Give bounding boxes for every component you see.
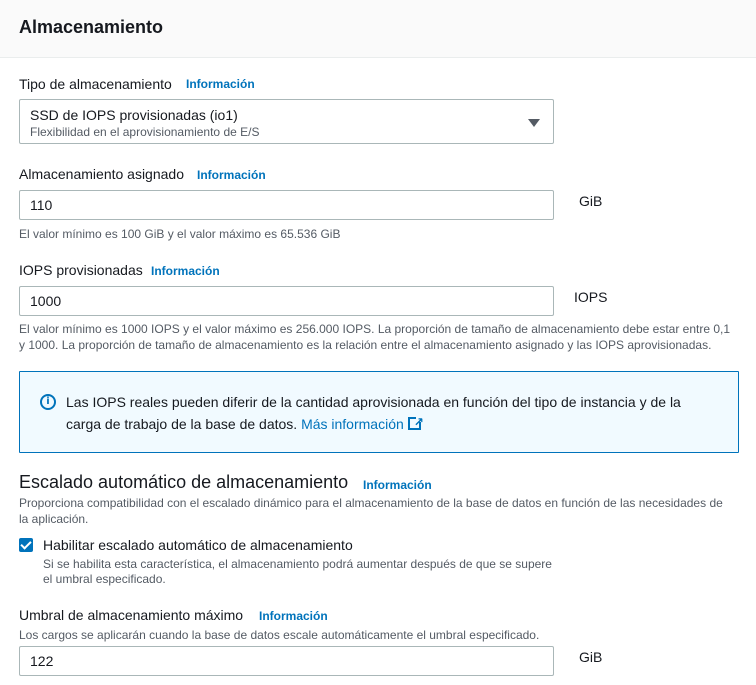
max-threshold-label: Umbral de almacenamiento máximo xyxy=(19,607,244,623)
enable-autoscaling-checkbox[interactable] xyxy=(19,538,33,552)
max-threshold-input[interactable]: 122 xyxy=(19,646,554,676)
alert-text-line1: Las IOPS reales pueden diferir de la can… xyxy=(66,394,681,410)
allocated-storage-label: Almacenamiento asignado xyxy=(19,166,184,182)
alert-text-line2: carga de trabajo de la base de datos. xyxy=(66,416,298,432)
provisioned-iops-info-link[interactable]: Información xyxy=(151,264,220,278)
storage-type-select[interactable]: SSD de IOPS provisionadas (io1) Flexibil… xyxy=(19,99,554,144)
allocated-storage-info-link[interactable]: Información xyxy=(197,168,266,182)
autoscaling-title: Escalado automático de almacenamiento xyxy=(19,472,349,492)
max-threshold-desc: Los cargos se aplicarán cuando la base d… xyxy=(19,628,540,642)
provisioned-iops-label: IOPS provisionadas xyxy=(19,262,143,278)
autoscaling-info-link[interactable]: Información xyxy=(363,478,432,492)
storage-type-label: Tipo de almacenamiento xyxy=(19,76,172,92)
info-alert: i Las IOPS reales pueden diferir de la c… xyxy=(19,371,739,453)
caret-down-icon xyxy=(528,119,540,127)
allocated-storage-unit: GiB xyxy=(579,193,603,209)
enable-autoscaling-desc-line2: el umbral especificado. xyxy=(43,572,166,586)
max-threshold-unit: GiB xyxy=(579,649,603,665)
autoscaling-desc-line1: Proporciona compatibilidad con el escala… xyxy=(19,496,723,510)
external-link-icon xyxy=(407,411,424,433)
enable-autoscaling-label[interactable]: Habilitar escalado automático de almacen… xyxy=(43,537,353,553)
panel-header: Almacenamiento xyxy=(0,0,756,58)
max-threshold-info-link[interactable]: Información xyxy=(259,609,328,623)
enable-autoscaling-desc-line1: Si se habilita esta característica, el a… xyxy=(43,557,552,571)
provisioned-iops-help-line2: y 1000. La proporción de tamaño de almac… xyxy=(19,338,712,352)
provisioned-iops-input[interactable]: 1000 xyxy=(19,286,554,316)
autoscaling-desc-line2: la aplicación. xyxy=(19,512,89,526)
info-icon: i xyxy=(40,394,56,410)
storage-type-selected-value: SSD de IOPS provisionadas (io1) xyxy=(30,107,238,123)
allocated-storage-help: El valor mínimo es 100 GiB y el valor má… xyxy=(19,227,341,241)
more-info-link-label: Más información xyxy=(301,416,404,432)
storage-type-selected-description: Flexibilidad en el aprovisionamiento de … xyxy=(30,125,260,139)
panel-title: Almacenamiento xyxy=(19,17,164,37)
provisioned-iops-unit: IOPS xyxy=(574,289,608,305)
storage-type-info-link[interactable]: Información xyxy=(186,77,255,91)
allocated-storage-input[interactable]: 110 xyxy=(19,190,554,220)
provisioned-iops-help-line1: El valor mínimo es 1000 IOPS y el valor … xyxy=(19,322,731,336)
more-info-link[interactable]: Más información xyxy=(301,411,424,433)
